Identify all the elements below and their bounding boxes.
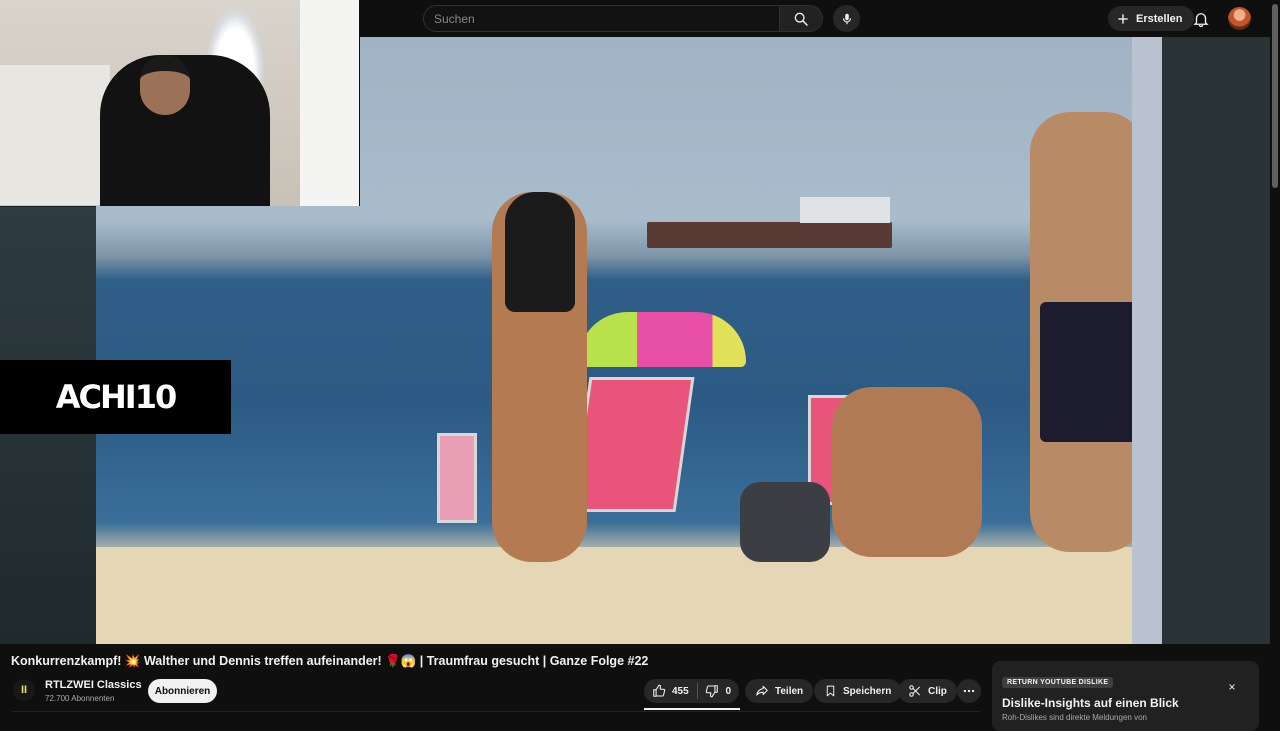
webcam-sofa <box>0 65 110 205</box>
bell-icon <box>1193 13 1209 28</box>
ryd-panel: RETURN YOUTUBE DISLIKE Dislike-Insights … <box>992 661 1259 731</box>
account-avatar[interactable] <box>1228 7 1251 30</box>
webcam-streamer-head <box>140 55 190 115</box>
search-input[interactable] <box>423 5 780 32</box>
video-title: Konkurrenzkampf! 💥 Walther und Dennis tr… <box>11 654 649 668</box>
more-icon <box>963 689 975 693</box>
channel-avatar-glyph: II <box>20 684 28 696</box>
save-label: Speichern <box>843 685 892 697</box>
search-button[interactable] <box>780 5 823 32</box>
clip-icon <box>909 685 921 697</box>
voice-search-button[interactable] <box>833 5 860 32</box>
save-button[interactable]: Speichern <box>814 679 902 703</box>
scrollbar-thumb[interactable] <box>1272 4 1278 188</box>
channel-name[interactable]: RTLZWEI Classics <box>45 679 142 691</box>
streamer-logo: ACHI10 <box>0 360 231 434</box>
dislike-button[interactable]: 0 <box>697 679 739 703</box>
dislike-count: 0 <box>725 685 731 697</box>
ryd-badge: RETURN YOUTUBE DISLIKE <box>1002 677 1114 688</box>
ship-superstructure <box>800 197 890 223</box>
beach-chair <box>570 377 695 512</box>
beach-chair <box>437 433 477 523</box>
plus-icon <box>1118 13 1128 24</box>
more-actions-button[interactable] <box>957 679 981 703</box>
ryd-description: Roh-Dislikes sind direkte Meldungen von <box>1002 713 1147 722</box>
sand <box>96 547 1162 644</box>
ship-hull <box>647 222 892 248</box>
streamer-logo-text: ACHI10 <box>55 378 177 416</box>
create-label: Erstellen <box>1136 12 1183 25</box>
person-shorts <box>1040 302 1145 442</box>
share-button[interactable]: Teilen <box>745 679 814 703</box>
mic-icon <box>842 13 851 24</box>
clip-label: Clip <box>928 685 947 697</box>
like-button[interactable]: 455 <box>644 679 697 703</box>
subscribe-button[interactable]: Abonnieren <box>148 679 217 703</box>
save-icon <box>826 685 835 697</box>
channel-subscriber-count: 72.700 Abonnenten <box>45 694 115 703</box>
beach-umbrella <box>578 312 746 367</box>
like-dislike-group: 455 0 <box>644 679 739 703</box>
like-icon <box>653 684 666 697</box>
video-side-right <box>1132 37 1270 644</box>
search-bar <box>423 5 823 32</box>
person-hair <box>505 192 575 312</box>
webcam-window <box>300 0 359 206</box>
like-count: 455 <box>672 685 689 697</box>
clip-button[interactable]: Clip <box>898 679 957 703</box>
webcam-overlay <box>0 0 360 206</box>
search-icon <box>794 12 808 26</box>
ryd-title: Dislike-Insights auf einen Blick <box>1002 696 1179 710</box>
notifications-button[interactable] <box>1190 8 1212 30</box>
share-icon <box>756 685 768 696</box>
page-scrollbar[interactable] <box>1270 0 1280 720</box>
dislike-icon <box>706 685 719 698</box>
create-button[interactable]: Erstellen <box>1108 6 1195 31</box>
like-highlight-bar <box>644 708 740 710</box>
info-divider <box>11 711 981 712</box>
channel-avatar[interactable]: II <box>13 679 35 701</box>
person-figure <box>832 387 982 557</box>
share-label: Teilen <box>775 685 804 697</box>
backpack <box>740 482 830 562</box>
close-icon[interactable]: × <box>1226 681 1238 693</box>
